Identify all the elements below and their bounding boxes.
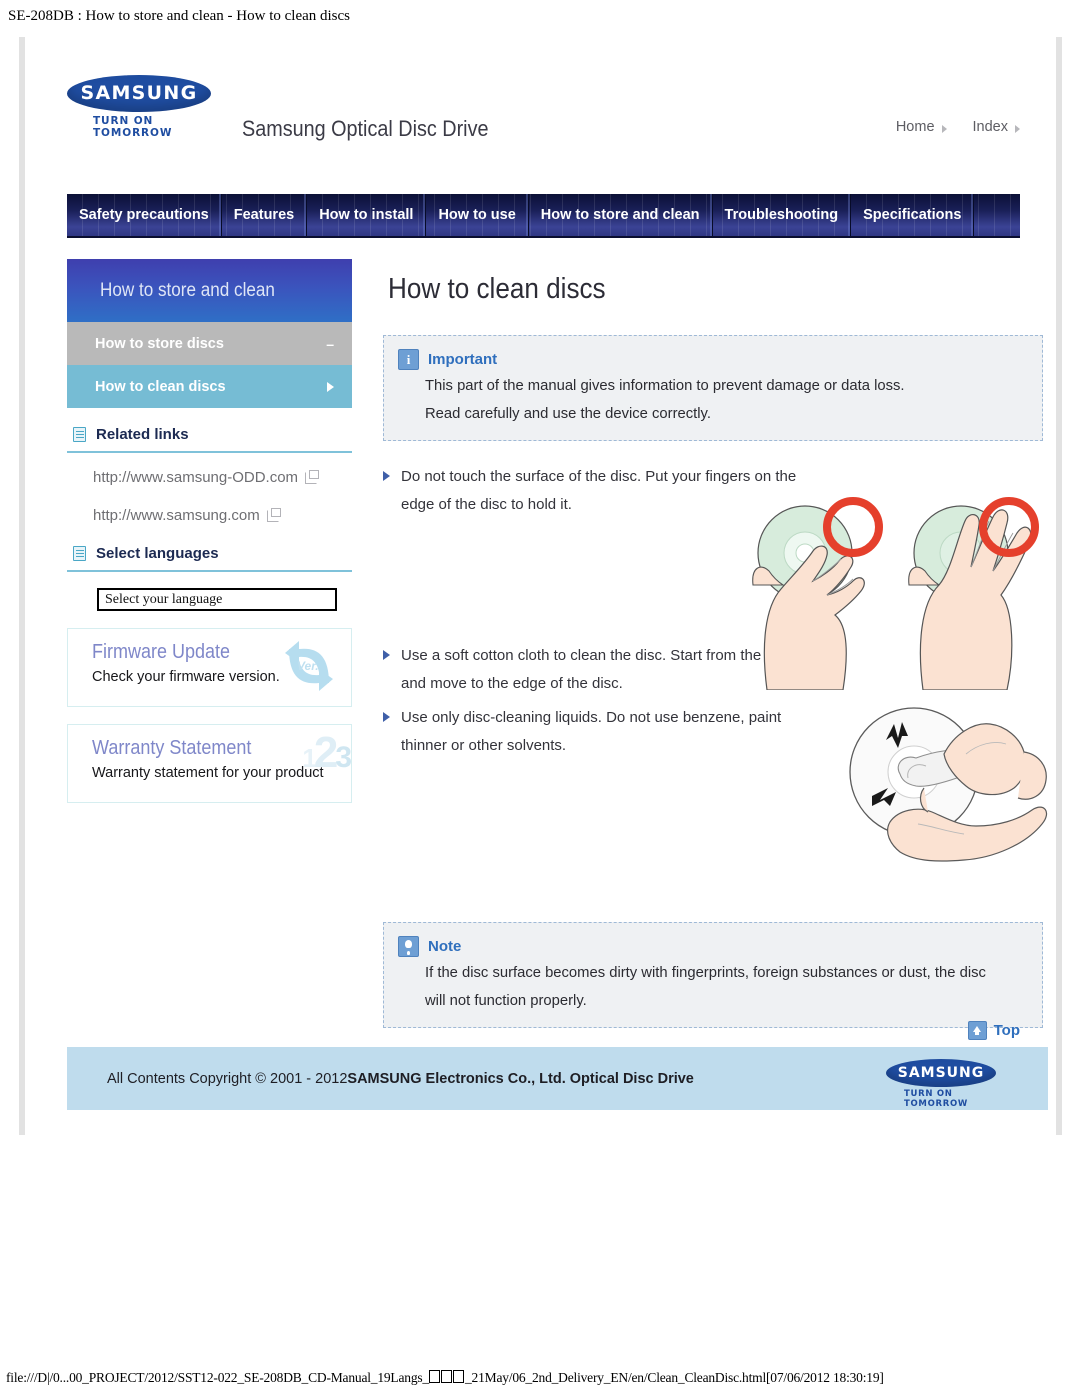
missing-glyph-box bbox=[441, 1370, 453, 1383]
minus-icon: – bbox=[326, 335, 334, 352]
tab-features[interactable]: Features bbox=[222, 194, 308, 236]
copyright-bold: SAMSUNG Electronics Co., Ltd. Optical Di… bbox=[347, 1070, 694, 1087]
footer-bar: All Contents Copyright © 2001 - 2012SAMS… bbox=[67, 1047, 1048, 1110]
related-link-label: http://www.samsung.com bbox=[93, 507, 260, 524]
important-callout-line: This part of the manual gives informatio… bbox=[425, 378, 905, 394]
promo-subtitle: Check your firmware version. bbox=[92, 669, 280, 685]
back-to-top-link[interactable]: Top bbox=[967, 1021, 1020, 1040]
page-content: SAMSUNG TURN ON TOMORROW Samsung Optical… bbox=[38, 37, 1050, 1135]
hands-holding-disc-illustration bbox=[743, 485, 1043, 691]
related-links-section: Related links http://www.samsung-ODD.com… bbox=[67, 426, 352, 524]
document-page: SAMSUNG TURN ON TOMORROW Samsung Optical… bbox=[19, 37, 1062, 1135]
bullet-triangle-icon bbox=[383, 470, 390, 481]
copyright-plain: All Contents Copyright © 2001 - 2012 bbox=[107, 1070, 348, 1087]
footer-logo-wordmark: SAMSUNG bbox=[897, 1065, 985, 1081]
sidebar-item-label: How to store discs bbox=[95, 335, 224, 352]
back-to-top-label: Top bbox=[993, 1022, 1020, 1039]
related-links-list: http://www.samsung-ODD.com http://www.sa… bbox=[67, 453, 352, 524]
print-footer-suffix: _21May/06_2nd_Delivery_EN/en/Clean_Clean… bbox=[464, 1370, 884, 1385]
related-link-samsung-odd[interactable]: http://www.samsung-ODD.com bbox=[93, 469, 352, 486]
note-callout-title: Note bbox=[428, 938, 462, 955]
promo-firmware-update[interactable]: Firmware Update Check your firmware vers… bbox=[67, 628, 352, 707]
print-footer: file:///D|/0...00_PROJECT/2012/SST12-022… bbox=[6, 1370, 884, 1386]
sidebar-item-how-to-store-discs[interactable]: How to store discs – bbox=[67, 322, 352, 365]
logo-wordmark: SAMSUNG bbox=[80, 82, 198, 104]
promo-title: Firmware Update bbox=[92, 641, 231, 663]
important-callout: Important This part of the manual gives … bbox=[383, 335, 1043, 441]
document-icon bbox=[73, 426, 88, 443]
main-navigation-tabs: Safety precautions Features How to insta… bbox=[67, 194, 1020, 238]
index-link[interactable]: Index bbox=[973, 119, 1020, 135]
note-callout-line: will not function properly. bbox=[425, 993, 587, 1010]
chevron-right-icon bbox=[941, 124, 947, 133]
external-link-icon bbox=[305, 469, 320, 484]
footer-samsung-logo: SAMSUNG TURN ON TOMORROW bbox=[886, 1059, 1006, 1109]
note-callout-header: Note bbox=[398, 936, 1026, 957]
home-link[interactable]: Home bbox=[896, 119, 947, 135]
page-left-rail bbox=[19, 37, 25, 1135]
missing-glyph-box bbox=[429, 1370, 441, 1383]
caret-right-icon bbox=[327, 381, 334, 392]
select-languages-header: Select languages bbox=[67, 545, 352, 562]
bullet-triangle-icon bbox=[383, 650, 390, 661]
select-languages-title: Select languages bbox=[96, 545, 219, 562]
bullet-text: Use only disc-cleaning liquids. Do not u… bbox=[401, 708, 782, 754]
print-footer-prefix: file:///D|/0...00_PROJECT/2012/SST12-022… bbox=[6, 1370, 429, 1385]
promo-art-label: Ver. bbox=[297, 659, 319, 673]
site-title: Samsung Optical Disc Drive bbox=[242, 116, 489, 141]
promo-subtitle: Warranty statement for your product bbox=[92, 765, 324, 781]
chevron-right-icon bbox=[1015, 124, 1020, 133]
bullet-triangle-icon bbox=[383, 711, 390, 722]
select-languages-section: Select languages Select your language bbox=[67, 545, 352, 611]
numbers-icon: 123 bbox=[302, 728, 351, 777]
home-link-label: Home bbox=[895, 119, 935, 135]
page-title: How to clean discs bbox=[388, 273, 606, 305]
note-callout: Note If the disc surface becomes dirty w… bbox=[383, 922, 1043, 1028]
tabbar-filler bbox=[974, 194, 1020, 236]
note-callout-line: If the disc surface becomes dirty with f… bbox=[425, 965, 986, 981]
related-link-label: http://www.samsung-ODD.com bbox=[93, 469, 299, 486]
sidebar-section-title: How to store and clean bbox=[67, 259, 352, 322]
info-icon bbox=[398, 349, 419, 370]
language-select[interactable]: Select your language bbox=[97, 588, 337, 611]
important-callout-line: Read carefully and use the device correc… bbox=[425, 406, 711, 423]
cleaning-disc-with-cloth-illustration bbox=[828, 692, 1053, 877]
tab-how-to-use[interactable]: How to use bbox=[426, 194, 529, 236]
related-links-header: Related links bbox=[67, 426, 352, 443]
related-links-title: Related links bbox=[96, 426, 189, 443]
footer-logo-tagline: TURN ON TOMORROW bbox=[904, 1089, 969, 1109]
related-link-samsung[interactable]: http://www.samsung.com bbox=[93, 507, 352, 524]
print-header: SE-208DB : How to store and clean - How … bbox=[8, 8, 351, 24]
arrow-up-icon bbox=[967, 1021, 987, 1040]
tab-how-to-install[interactable]: How to install bbox=[307, 194, 427, 236]
tab-safety-precautions[interactable]: Safety precautions bbox=[67, 194, 222, 236]
important-callout-header: Important bbox=[398, 349, 1026, 370]
top-utility-links: Home Index bbox=[896, 119, 1020, 135]
sidebar-item-label: How to clean discs bbox=[95, 378, 226, 395]
document-icon bbox=[73, 545, 88, 562]
copyright-text: All Contents Copyright © 2001 - 2012SAMS… bbox=[107, 1071, 694, 1087]
language-select-wrapper: Select your language bbox=[67, 572, 352, 611]
lightbulb-icon bbox=[398, 936, 419, 957]
sidebar-section-title-label: How to store and clean bbox=[100, 279, 275, 301]
sidebar-item-how-to-clean-discs[interactable]: How to clean discs bbox=[67, 365, 352, 408]
page-right-rail bbox=[1056, 37, 1062, 1135]
tab-how-to-store-and-clean[interactable]: How to store and clean bbox=[529, 194, 713, 236]
missing-glyph-box bbox=[453, 1370, 465, 1383]
refresh-arrows-icon: Ver. bbox=[267, 633, 343, 703]
sidebar: How to store and clean How to store disc… bbox=[67, 259, 352, 803]
promo-warranty-statement[interactable]: Warranty Statement Warranty statement fo… bbox=[67, 724, 352, 803]
promo-title: Warranty Statement bbox=[92, 737, 252, 759]
tab-specifications[interactable]: Specifications bbox=[851, 194, 975, 236]
important-callout-title: Important bbox=[428, 351, 498, 368]
tab-troubleshooting[interactable]: Troubleshooting bbox=[713, 194, 852, 236]
external-link-icon bbox=[266, 507, 281, 522]
samsung-logo[interactable]: SAMSUNG TURN ON TOMORROW bbox=[67, 75, 227, 139]
logo-tagline: TURN ON TOMORROW bbox=[93, 115, 173, 139]
index-link-label: Index bbox=[972, 119, 1008, 135]
